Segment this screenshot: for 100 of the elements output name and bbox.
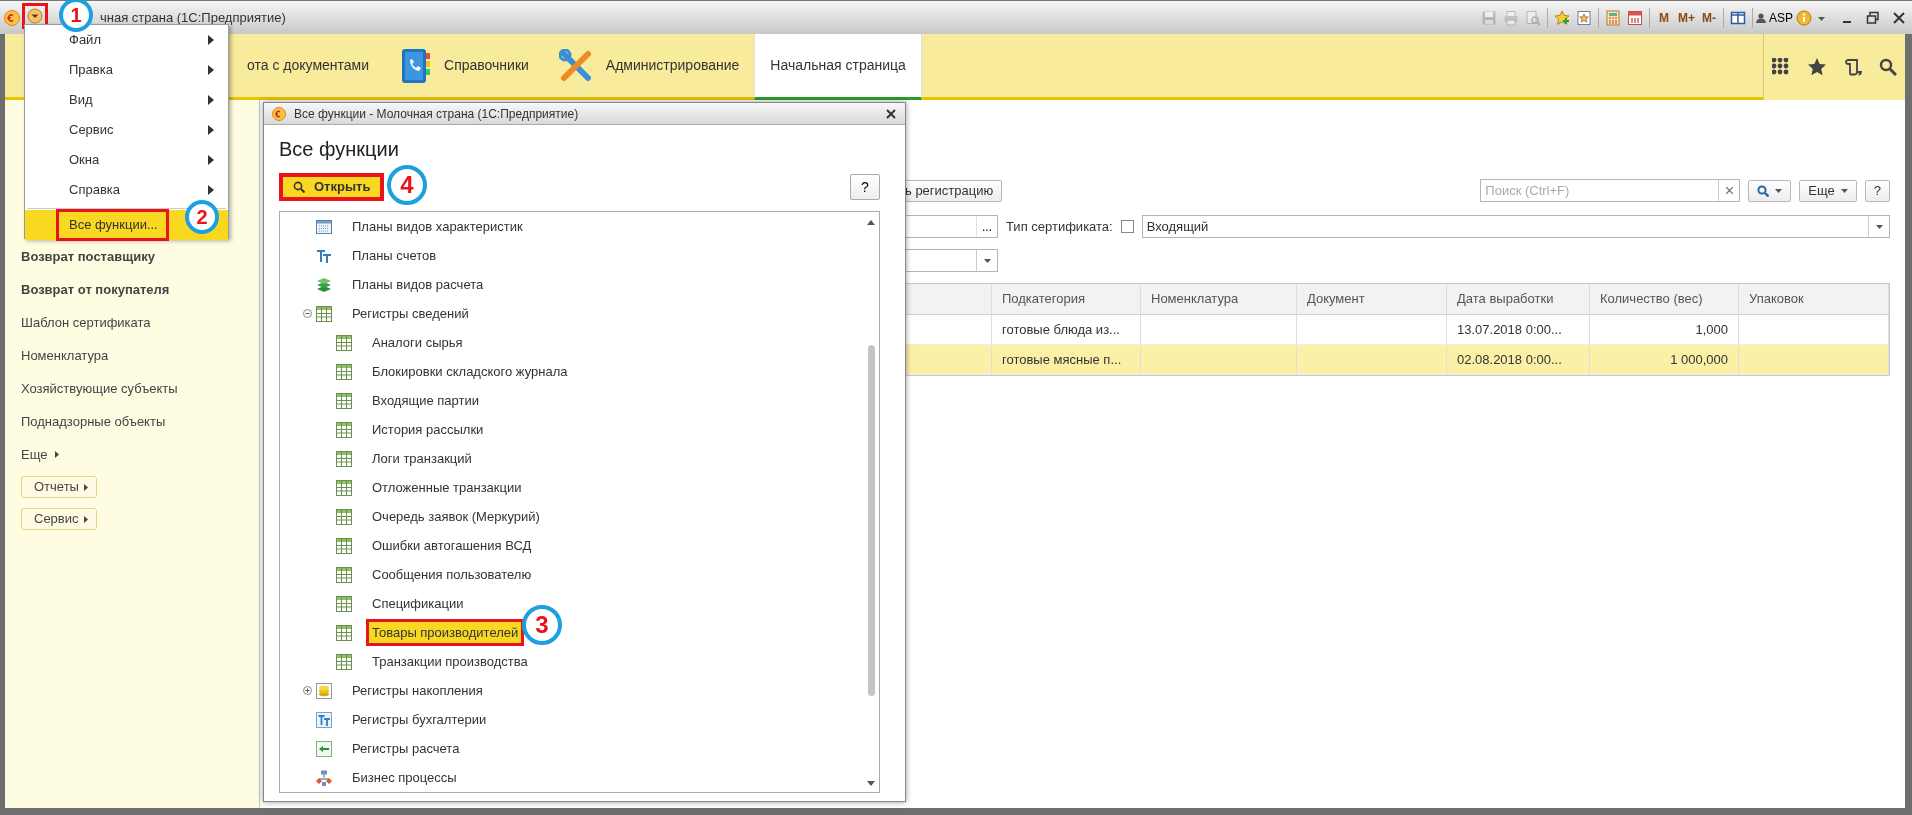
tools-icon [558, 48, 593, 83]
tree-item[interactable]: Планы видов характеристик [346, 212, 529, 241]
sidebar-link[interactable]: Возврат от покупателя [5, 273, 259, 306]
open-button[interactable]: Открыть [279, 173, 385, 201]
table-icon [336, 537, 352, 554]
caret-icon [83, 515, 88, 523]
caret-icon[interactable] [1875, 224, 1883, 229]
sidebar-link[interactable]: Хозяйствующие субъекты [5, 372, 259, 405]
section-tab[interactable]: Начальная страница [754, 34, 922, 100]
tree-item[interactable]: Регистры накопления [346, 676, 489, 705]
table-cell-text: 1,000 [1695, 320, 1728, 339]
tree-item[interactable]: Планы счетов [346, 241, 443, 270]
tree-item[interactable]: Транзакции производства [366, 647, 534, 676]
grid-icon [316, 218, 332, 235]
flowchart-icon [316, 769, 332, 786]
menu-item[interactable]: Правка [25, 55, 228, 85]
app-logo-icon [4, 9, 20, 26]
column-header[interactable]: Документ [1297, 284, 1447, 315]
tree-item[interactable]: Отложенные транзакции [366, 473, 528, 502]
caret-icon [1775, 188, 1783, 193]
user-button[interactable]: ASP [1756, 6, 1793, 29]
expand-icon[interactable] [302, 686, 312, 695]
more-link[interactable]: Еще [5, 438, 66, 471]
column-header[interactable]: Подкатегория [992, 284, 1141, 315]
apps-icon[interactable] [1772, 58, 1791, 76]
combo-box[interactable]: Входящий [1141, 215, 1890, 238]
help-button[interactable]: ? [1864, 179, 1890, 202]
star-page-icon[interactable] [1575, 9, 1592, 26]
calendar-icon[interactable] [1626, 9, 1643, 26]
scroll-icon[interactable] [1843, 58, 1862, 76]
star-icon[interactable] [1807, 57, 1828, 77]
table-cell-text: готовые блюда из... [1002, 320, 1120, 339]
close-icon[interactable] [1892, 10, 1906, 25]
restore-icon[interactable] [1866, 10, 1880, 25]
table-icon [316, 305, 332, 322]
scroll-down-icon[interactable] [867, 781, 875, 786]
tree-item[interactable]: Блокировки складского журнала [366, 357, 574, 386]
search-icon[interactable] [1878, 58, 1897, 76]
column-header[interactable]: Упаковок [1739, 284, 1889, 315]
sidebar-link[interactable]: Поднадзорные объекты [5, 405, 259, 438]
caret-icon[interactable] [1818, 17, 1826, 22]
caret-icon [83, 483, 88, 491]
tree-item[interactable]: Регистры сведений [346, 299, 475, 328]
checkbox[interactable] [1120, 220, 1134, 233]
column-header[interactable]: Номенклатура [1141, 284, 1297, 315]
sidebar-link[interactable]: Номенклатура [5, 339, 259, 372]
info-icon[interactable] [1796, 9, 1812, 26]
tree-item[interactable]: Логи транзакций [366, 444, 478, 473]
app-logo-icon [272, 106, 286, 121]
section-tab[interactable]: Администрирование [543, 34, 755, 97]
tree-item[interactable]: Планы видов расчета [346, 270, 490, 299]
submenu-arrow-icon [208, 185, 214, 195]
tree-item[interactable]: Сообщения пользователю [366, 560, 538, 589]
memory-button[interactable]: M [1652, 6, 1675, 29]
panel-layout-icon[interactable] [1730, 9, 1746, 26]
table-icon [336, 479, 352, 496]
column-header[interactable]: Количество (вес) [1590, 284, 1739, 315]
caret-icon [1840, 188, 1848, 193]
table-icon [336, 653, 352, 670]
section-tab[interactable]: ота с документами [232, 34, 384, 97]
tree-item[interactable]: Очередь заявок (Меркурий) [366, 502, 546, 531]
sidebar-link[interactable]: Возврат поставщику [5, 240, 259, 273]
column-header[interactable]: Дата выработки [1447, 284, 1590, 315]
menu-item[interactable]: Вид [25, 85, 228, 115]
tree-item[interactable]: Входящие партии [366, 386, 485, 415]
tree-item[interactable]: Товары производителей [366, 618, 525, 647]
tree-item[interactable]: История рассылки [366, 415, 490, 444]
search-field[interactable]: Поиск (Ctrl+F) [1481, 180, 1719, 201]
memory-button[interactable]: M+ [1674, 6, 1698, 29]
tree-item[interactable]: Ошибки автогашения ВСД [366, 531, 538, 560]
tree-item[interactable]: Аналоги сырья [366, 328, 469, 357]
help-button[interactable]: ? [850, 174, 880, 200]
layers-icon [316, 276, 332, 293]
tree-item[interactable]: Бизнес процессы [346, 763, 463, 792]
sidebar-button[interactable]: Отчеты [21, 476, 97, 498]
scroll-up-icon[interactable] [867, 220, 875, 225]
star-add-icon[interactable] [1553, 9, 1570, 26]
menu-item[interactable]: Окна [25, 145, 228, 175]
field-label: Тип сертификата: [1006, 217, 1113, 236]
tree-item[interactable]: Спецификации [366, 589, 470, 618]
memory-button[interactable]: M- [1698, 6, 1720, 29]
sidebar-link[interactable]: Шаблон сертификата [5, 306, 259, 339]
dialog-title: Все функции - Молочная страна (1С:Предприятие) [294, 105, 580, 123]
menu-item[interactable]: Сервис [25, 115, 228, 145]
table-cell-text: готовые мясные п... [1002, 350, 1122, 369]
close-icon[interactable] [886, 108, 896, 119]
caret-icon[interactable] [983, 258, 991, 263]
clear-icon[interactable] [1725, 187, 1733, 194]
section-tab[interactable]: Справочники [384, 34, 544, 97]
tree-item[interactable]: Регистры бухгалтерии [346, 705, 493, 734]
collapse-icon[interactable] [302, 309, 312, 318]
search-box[interactable]: Поиск (Ctrl+F) [1480, 179, 1741, 202]
table-icon [336, 450, 352, 467]
search-button[interactable] [1748, 179, 1792, 202]
tree-item[interactable]: Регистры расчета [346, 734, 466, 763]
user-icon [1756, 12, 1766, 23]
scrollbar-thumb[interactable] [867, 345, 875, 696]
more-button[interactable]: Еще [1799, 179, 1857, 202]
sidebar-button[interactable]: Сервис [21, 508, 97, 530]
caret-icon [55, 451, 60, 458]
